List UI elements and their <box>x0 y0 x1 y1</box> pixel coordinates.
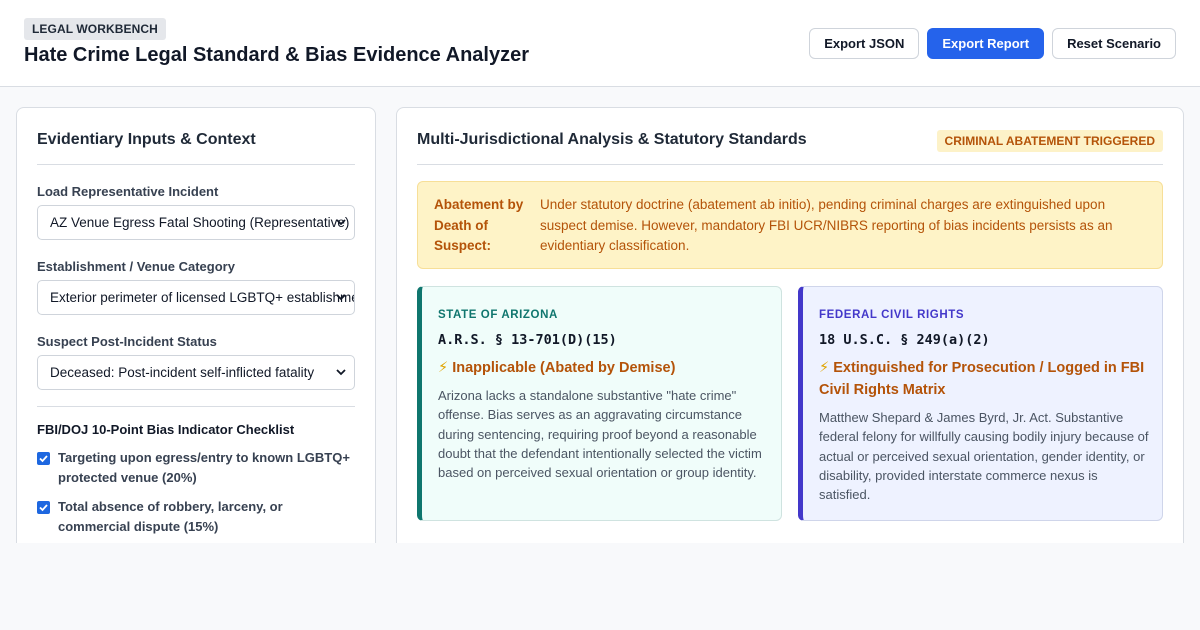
suspect-status-label: Suspect Post-Incident Status <box>37 334 217 349</box>
bias-indicator-checkbox[interactable] <box>37 452 50 465</box>
alert-text: Under statutory doctrine (abatement ab i… <box>540 197 1113 253</box>
incident-select[interactable]: AZ Venue Egress Fatal Shooting (Represen… <box>37 205 355 240</box>
bias-indicator-label: Targeting upon egress/entry to known LGB… <box>58 450 350 485</box>
checklist-title: FBI/DOJ 10-Point Bias Indicator Checklis… <box>37 422 295 437</box>
chevron-down-icon <box>336 219 346 226</box>
incident-select-value: AZ Venue Egress Fatal Shooting (Represen… <box>50 215 350 230</box>
evidentiary-inputs-panel: Evidentiary Inputs & Context Load Repres… <box>16 107 376 543</box>
status-badge: CRIMINAL ABATEMENT TRIGGERED <box>936 130 1163 152</box>
reset-scenario-button[interactable]: Reset Scenario <box>1052 28 1176 59</box>
checkmark-icon <box>39 455 48 463</box>
bias-indicator-item[interactable]: Total absence of robbery, larceny, or co… <box>37 497 357 537</box>
jurisdiction-verdict: ⚡ Extinguished for Prosecution / Logged … <box>819 357 1149 401</box>
incident-label: Load Representative Incident <box>37 184 219 199</box>
lightning-icon: ⚡ <box>819 360 830 376</box>
jurisdiction-name: FEDERAL CIVIL RIGHTS <box>819 309 965 321</box>
export-report-button[interactable]: Export Report <box>927 28 1045 59</box>
app-header: LEGAL WORKBENCH Hate Crime Legal Standar… <box>0 0 1200 87</box>
checkmark-icon <box>39 504 48 512</box>
verdict-text: Extinguished for Prosecution / Logged in… <box>819 360 1145 398</box>
jurisdiction-verdict: ⚡ Inapplicable (Abated by Demise) <box>438 357 768 379</box>
jurisdiction-description: Arizona lacks a standalone substantive "… <box>438 388 762 481</box>
alert-label: Abatement by Death of Suspect: <box>434 197 524 253</box>
inputs-panel-title: Evidentiary Inputs & Context <box>37 131 256 148</box>
chevron-down-icon <box>336 369 346 376</box>
verdict-text: Inapplicable (Abated by Demise) <box>452 360 676 376</box>
inputs-divider <box>37 164 355 165</box>
venue-select[interactable]: Exterior perimeter of licensed LGBTQ+ es… <box>37 280 355 315</box>
analysis-divider <box>417 164 1163 165</box>
jurisdiction-card-arizona: STATE OF ARIZONA A.R.S. § 13-701(D)(15) … <box>417 286 782 521</box>
jurisdiction-name: STATE OF ARIZONA <box>438 309 558 321</box>
app-badge: LEGAL WORKBENCH <box>24 18 166 40</box>
header-actions: Export JSON Export Report Reset Scenario <box>809 28 1176 59</box>
suspect-status-select-value: Deceased: Post-incident self-inflicted f… <box>50 365 315 380</box>
statute-citation: 18 U.S.C. § 249(a)(2) <box>819 332 990 348</box>
suspect-status-select[interactable]: Deceased: Post-incident self-inflicted f… <box>37 355 355 390</box>
abatement-alert: Abatement by Death of Suspect: Under sta… <box>417 181 1163 269</box>
chevron-down-icon <box>336 294 346 301</box>
jurisdiction-description: Matthew Shepard & James Byrd, Jr. Act. S… <box>819 410 1149 503</box>
statute-citation: A.R.S. § 13-701(D)(15) <box>438 332 617 348</box>
page-title: Hate Crime Legal Standard & Bias Evidenc… <box>24 44 529 66</box>
checklist-divider <box>37 406 355 407</box>
bias-indicator-label: Total absence of robbery, larceny, or co… <box>58 499 283 534</box>
analysis-panel: Multi-Jurisdictional Analysis & Statutor… <box>396 107 1184 543</box>
bias-indicator-checkbox[interactable] <box>37 501 50 514</box>
export-json-button[interactable]: Export JSON <box>809 28 920 59</box>
analysis-panel-title: Multi-Jurisdictional Analysis & Statutor… <box>417 131 807 148</box>
bias-indicator-item[interactable]: Targeting upon egress/entry to known LGB… <box>37 448 357 488</box>
venue-label: Establishment / Venue Category <box>37 259 235 274</box>
lightning-icon: ⚡ <box>438 360 449 376</box>
jurisdiction-card-federal: FEDERAL CIVIL RIGHTS 18 U.S.C. § 249(a)(… <box>798 286 1163 521</box>
venue-select-value: Exterior perimeter of licensed LGBTQ+ es… <box>50 290 355 305</box>
